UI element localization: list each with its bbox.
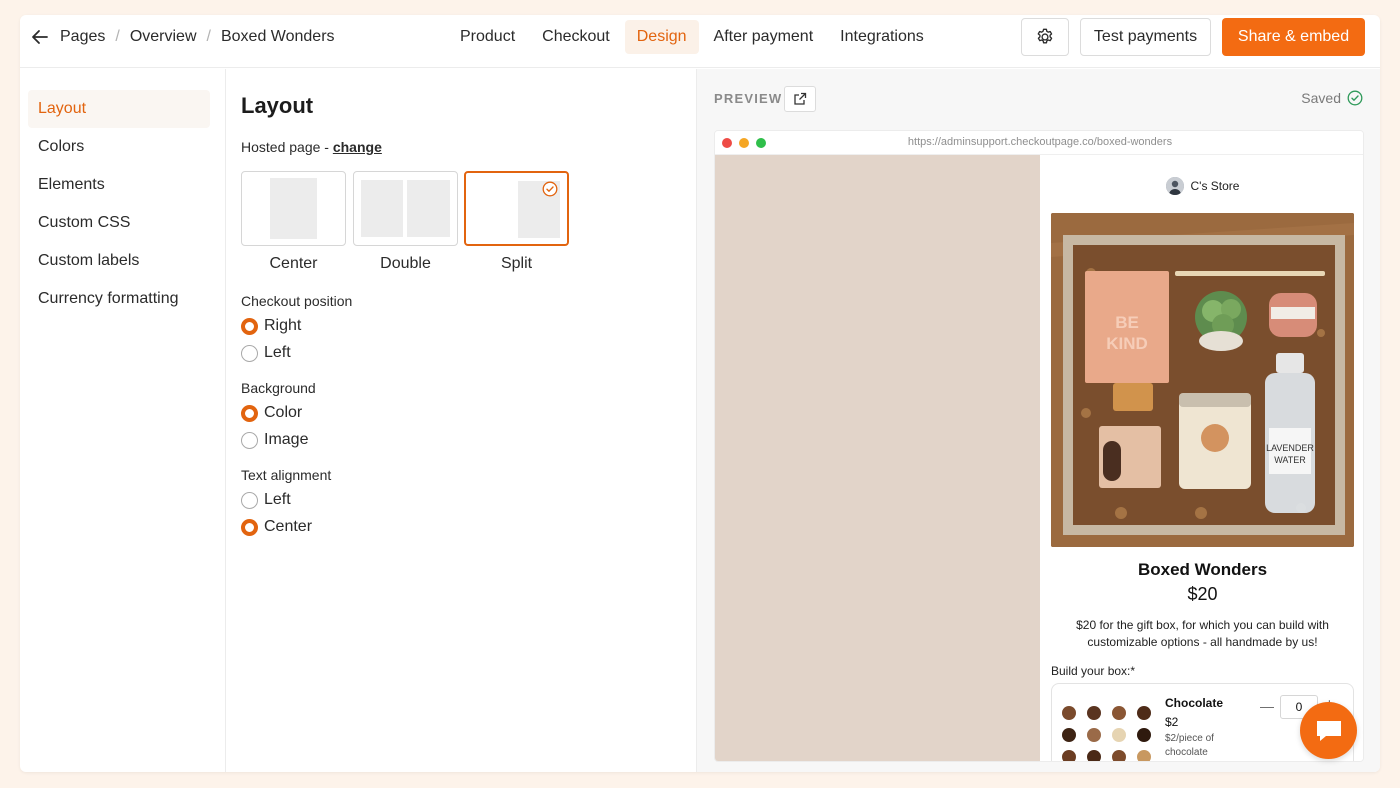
- radio-button[interactable]: [241, 431, 258, 449]
- radio-label: Left: [264, 491, 291, 508]
- sidebar-item-custom-labels[interactable]: Custom labels: [28, 242, 210, 280]
- option-name: Chocolate: [1165, 696, 1224, 710]
- svg-text:KIND: KIND: [1106, 334, 1148, 353]
- app-window: Pages / Overview / Boxed Wonders Product…: [20, 15, 1380, 772]
- svg-text:LAVENDER: LAVENDER: [1266, 443, 1314, 453]
- option-unit: $2/piece of chocolate: [1165, 733, 1214, 758]
- sidebar-item-colors[interactable]: Colors: [28, 128, 210, 166]
- radio-background-image[interactable]: Image: [241, 431, 308, 449]
- checkout-position-label: Checkout position: [241, 293, 353, 309]
- store-header: C's Store: [1040, 177, 1363, 195]
- sidebar-item-elements[interactable]: Elements: [28, 166, 210, 204]
- preview-pane: PREVIEW Saved https://adminsupport.check…: [697, 69, 1380, 772]
- build-label-text: Build your box:: [1051, 664, 1131, 678]
- chat-button[interactable]: [1300, 702, 1357, 759]
- svg-text:BE: BE: [1115, 313, 1139, 332]
- product-title: Boxed Wonders: [1137, 560, 1268, 579]
- radio-button[interactable]: [241, 317, 258, 335]
- radio-checkout-right[interactable]: Right: [241, 317, 301, 335]
- design-sidebar: Layout Colors Elements Custom CSS Custom…: [20, 69, 226, 772]
- breadcrumb: Pages / Overview / Boxed Wonders: [30, 15, 339, 59]
- svg-text:WATER: WATER: [1274, 455, 1306, 465]
- tab-after-payment[interactable]: After payment: [702, 20, 826, 54]
- preview-label: PREVIEW: [714, 91, 783, 106]
- sidebar-item-currency-formatting[interactable]: Currency formatting: [28, 280, 210, 318]
- radio-label: Center: [264, 518, 313, 535]
- layout-option-double[interactable]: [353, 171, 458, 246]
- breadcrumb-separator: /: [115, 28, 120, 45]
- layout-option-split[interactable]: [464, 171, 569, 246]
- layout-placeholder: [270, 178, 317, 239]
- text-alignment-label: Text alignment: [241, 467, 332, 483]
- hosted-page-text: Hosted page - change: [241, 139, 382, 155]
- main-tabs: Product Checkout Design After payment In…: [448, 20, 939, 54]
- product-image: BE KIND LAVENDER WATER: [1051, 213, 1354, 547]
- check-circle-icon: [542, 181, 558, 197]
- split-left-background: [715, 155, 1040, 761]
- radio-alignment-left[interactable]: Left: [241, 491, 291, 509]
- layout-placeholder: [361, 180, 403, 237]
- required-mark: *: [1130, 664, 1136, 678]
- build-your-box-label: Build your box:*: [1051, 664, 1135, 678]
- tab-product[interactable]: Product: [448, 20, 527, 54]
- radio-button[interactable]: [241, 344, 258, 362]
- store-name: C's Store: [1190, 179, 1240, 193]
- test-payments-button[interactable]: Test payments: [1080, 18, 1211, 56]
- layout-placeholder: [407, 180, 450, 237]
- breadcrumb-separator: /: [206, 28, 211, 45]
- product-price: $20: [1187, 584, 1218, 604]
- open-preview-button[interactable]: [784, 86, 816, 112]
- checkout-column: C's Store BE KIND LAVENDER WATER Boxed W…: [1040, 155, 1363, 761]
- radio-label: Image: [264, 431, 309, 448]
- browser-bar: https://adminsupport.checkoutpage.co/box…: [715, 131, 1363, 155]
- check-circle-icon: [1347, 90, 1363, 106]
- share-embed-button[interactable]: Share & embed: [1222, 18, 1365, 56]
- tab-integrations[interactable]: Integrations: [828, 20, 936, 54]
- chocolate-image: [1062, 706, 1158, 761]
- breadcrumb-pages[interactable]: Pages: [56, 28, 109, 46]
- external-link-icon: [794, 92, 807, 105]
- tab-checkout[interactable]: Checkout: [530, 20, 622, 54]
- layout-label-double: Double: [380, 255, 431, 272]
- layout-option-center[interactable]: [241, 171, 346, 246]
- back-arrow-icon[interactable]: [30, 27, 50, 47]
- preview-url: https://adminsupport.checkoutpage.co/box…: [907, 136, 1173, 148]
- hosted-page-label: Hosted page -: [241, 139, 333, 155]
- breadcrumb-current: Boxed Wonders: [220, 28, 335, 45]
- save-status: Saved: [1301, 90, 1363, 106]
- radio-alignment-center[interactable]: Center: [241, 518, 312, 536]
- radio-checkout-left[interactable]: Left: [241, 344, 291, 362]
- chat-icon: [1316, 720, 1341, 741]
- radio-label: Left: [264, 344, 291, 361]
- radio-button[interactable]: [241, 491, 258, 509]
- radio-button[interactable]: [241, 518, 258, 536]
- top-bar: Pages / Overview / Boxed Wonders Product…: [20, 15, 1380, 68]
- sidebar-item-layout[interactable]: Layout: [28, 90, 210, 128]
- tab-design[interactable]: Design: [624, 20, 699, 54]
- background-label: Background: [241, 380, 316, 396]
- breadcrumb-overview[interactable]: Overview: [126, 28, 201, 46]
- panel-title: Layout: [241, 93, 314, 118]
- layout-label-center: Center: [269, 255, 318, 272]
- radio-label: Color: [264, 404, 303, 421]
- avatar: [1165, 177, 1184, 195]
- sidebar-item-custom-css[interactable]: Custom CSS: [28, 204, 210, 242]
- gear-icon: [1037, 28, 1053, 44]
- option-price: $2: [1165, 715, 1179, 729]
- settings-button[interactable]: [1021, 18, 1069, 56]
- preview-browser: https://adminsupport.checkoutpage.co/box…: [714, 130, 1364, 762]
- product-description: $20 for the gift box, for which you can …: [1076, 618, 1329, 649]
- decrement-button[interactable]: —: [1260, 698, 1274, 714]
- save-status-text: Saved: [1301, 90, 1341, 106]
- radio-label: Right: [264, 317, 302, 334]
- change-link[interactable]: change: [333, 139, 382, 155]
- radio-background-color[interactable]: Color: [241, 404, 302, 422]
- radio-button[interactable]: [241, 404, 258, 422]
- layout-label-split: Split: [500, 255, 533, 272]
- layout-panel: Layout Hosted page - change Center Doubl…: [226, 69, 697, 772]
